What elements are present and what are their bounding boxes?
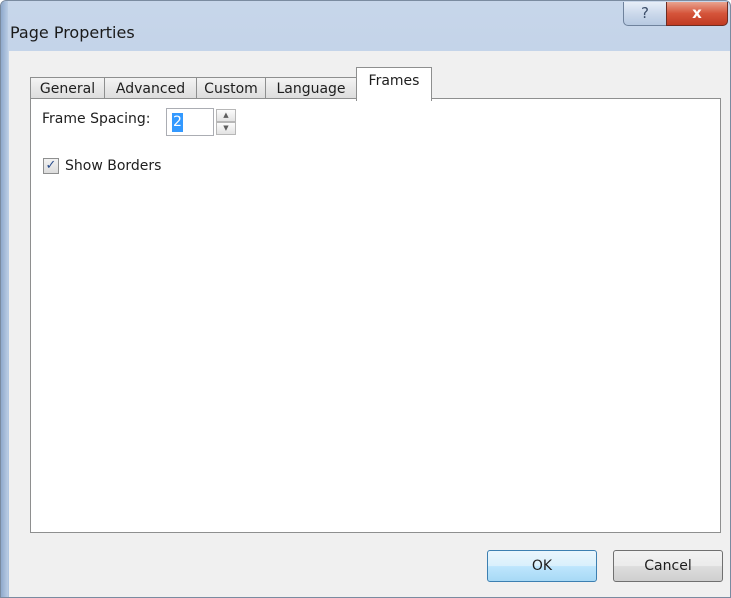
- frame-spacing-spinner[interactable]: 2 ▲ ▼: [166, 108, 242, 136]
- frames-panel: Frame Spacing: 2 ▲ ▼ ✓ Show Borders: [30, 98, 721, 533]
- dialog-body: General Advanced Custom Language Frames …: [9, 51, 730, 597]
- cancel-button[interactable]: Cancel: [613, 550, 723, 582]
- frame-spacing-input[interactable]: 2: [166, 108, 214, 136]
- triangle-up-icon: ▲: [223, 111, 229, 119]
- spin-up-button[interactable]: ▲: [216, 109, 236, 122]
- spin-down-button[interactable]: ▼: [216, 122, 236, 135]
- spinner-buttons: ▲ ▼: [216, 108, 236, 136]
- show-borders-label[interactable]: Show Borders: [65, 156, 161, 176]
- frame-spacing-label: Frame Spacing:: [42, 111, 151, 127]
- close-icon: x: [692, 4, 702, 22]
- close-button[interactable]: x: [666, 2, 728, 26]
- triangle-down-icon: ▼: [223, 124, 229, 132]
- help-icon: ?: [641, 4, 649, 22]
- title-bar[interactable]: Page Properties ? x: [1, 1, 730, 51]
- tab-frames[interactable]: Frames: [356, 67, 432, 101]
- window-frame-edge: [1, 1, 8, 597]
- frame-spacing-value: 2: [172, 113, 183, 132]
- checkmark-icon: ✓: [45, 158, 57, 173]
- help-button[interactable]: ?: [623, 2, 667, 26]
- ok-button[interactable]: OK: [487, 550, 597, 582]
- window-title: Page Properties: [10, 23, 135, 42]
- page-properties-dialog: Page Properties ? x General Advanced Cus…: [0, 0, 731, 598]
- show-borders-checkbox[interactable]: ✓: [43, 158, 59, 174]
